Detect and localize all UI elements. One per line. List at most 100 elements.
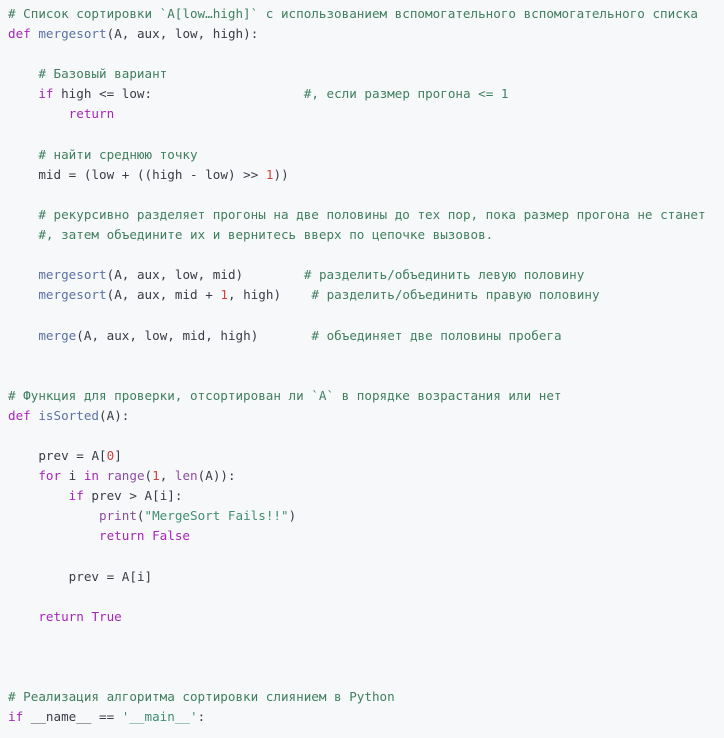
code-token: if [38,86,54,102]
code-token: [ [129,568,137,584]
code-token: = [68,448,92,464]
code-token: '__main__' [121,709,198,725]
code-token: , [159,26,175,42]
code-token: , [205,327,221,343]
code-token: >> [243,166,259,182]
code-token: ) [227,166,244,182]
code-token: A [205,468,213,484]
code-token: + [114,166,137,182]
code-token: "MergeSort Fails!!" [144,508,289,524]
code-token: return [68,106,115,122]
code-token: prev [83,488,130,504]
code-token: i [61,468,84,484]
code-token: 1 [152,468,160,484]
code-line: mid = (low + ((high - low) >> 1)) [8,165,724,185]
code-token: == [99,709,115,725]
code-token: if [8,709,24,725]
code-token: high [53,86,100,102]
code-token: ( [99,407,107,423]
code-line: return True [8,607,724,627]
code-token: )) [273,166,289,182]
code-token: ): [114,407,130,423]
code-token: high [212,26,244,42]
code-token: = [61,166,84,182]
code-token: def [8,407,31,423]
code-token: aux [136,287,160,303]
code-token: range [106,468,145,484]
code-token: prev [68,568,100,584]
code-token: def [8,26,31,42]
code-line: print("MergeSort Fails!!") [8,506,724,526]
code-line: #, затем объедините их и вернитесь вверх… [8,225,724,245]
code-token: ( [144,468,153,484]
code-token: : [197,709,206,725]
code-token: False [152,528,191,544]
code-token: )): [212,468,236,484]
code-token: return [38,608,84,624]
code-token: 1 [220,287,228,303]
code-token: [ [99,448,107,464]
code-token: ): [243,26,259,42]
code-token: True [91,608,122,624]
code-token: - [182,166,206,182]
code-token: #, затем объедините их и вернитесь вверх… [38,227,494,243]
code-token: , [159,287,175,303]
code-token: # Список сортировки `A[low…high]` с испо… [8,6,698,21]
code-token: > [129,488,137,504]
code-token: mergesort [38,287,107,303]
code-token: , [197,267,213,283]
code-token: + [197,287,221,303]
code-token: , [159,468,175,484]
code-token: merge [38,327,77,343]
code-token: i [136,568,145,584]
code-line: if high <= low: #, если размер прогона <… [8,84,724,104]
code-token: high [152,166,183,182]
code-token: high [243,287,274,303]
code-token: isSorted [38,407,100,423]
code-line: def isSorted(A): [8,406,724,426]
code-token: high [220,327,251,343]
code-line: if __name__ == '__main__': [8,707,724,727]
code-token: # найти среднюю точку [38,146,198,162]
code-editor-pane[interactable]: # Список сортировки `A[low…high]` с испо… [0,0,724,738]
code-token: in [83,468,100,484]
code-line: return [8,104,724,124]
code-line: prev = A[i] [8,567,724,587]
code-token: mergesort [38,267,107,283]
code-token: A [114,26,122,42]
code-token: ) [288,508,297,524]
code-token: # разделить/объединить левую половину [303,267,585,283]
code-token: = [99,568,122,584]
code-token: (( [136,166,153,182]
code-token: # разделить/объединить правую половину [311,287,600,303]
code-token: , [121,26,137,42]
code-token: A [136,488,153,504]
code-token: low [174,267,198,283]
code-line: return False [8,526,724,546]
code-token: len [174,468,198,484]
